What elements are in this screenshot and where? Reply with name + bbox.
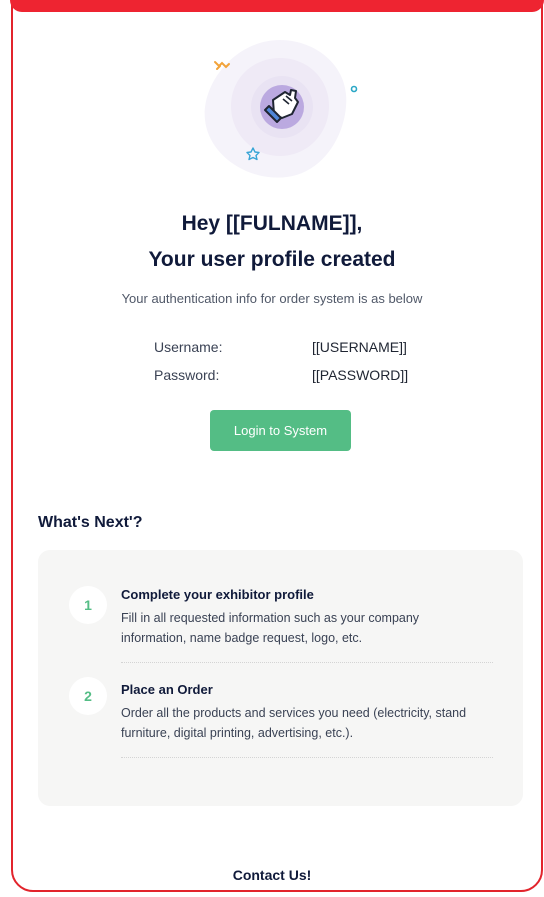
step-divider	[121, 662, 493, 663]
step-number-1: 1	[69, 586, 107, 624]
email-page: Hey [[FULNAME]], Your user profile creat…	[0, 0, 544, 897]
step-number-2: 2	[69, 677, 107, 715]
step-title-2: Place an Order	[121, 682, 213, 697]
hero-illustration	[195, 36, 365, 186]
password-label: Password:	[154, 367, 220, 383]
step-desc-2-line-1: Order all the products and services you …	[121, 706, 467, 720]
step-desc-2-line-2: furniture, digital printing, advertising…	[121, 726, 354, 740]
username-label: Username:	[154, 339, 223, 355]
whats-next-heading: What's Next'?	[38, 514, 143, 531]
greeting-line-1: Hey [[FULNAME]],	[181, 212, 363, 235]
step-title-1: Complete your exhibitor profile	[121, 587, 314, 602]
auth-info-subtitle: Your authentication info for order syste…	[121, 291, 423, 306]
steps-box: 1 Complete your exhibitor profile Fill i…	[38, 550, 523, 806]
contact-us-heading[interactable]: Contact Us!	[0, 867, 544, 883]
greeting-line-2: Your user profile created	[148, 248, 396, 271]
login-button[interactable]: Login to System	[210, 410, 351, 451]
password-value: [[PASSWORD]]	[312, 367, 409, 383]
header-band	[10, 0, 544, 12]
username-value: [[USERNAME]]	[312, 339, 407, 355]
step-desc-1-line-2: information, name badge request, logo, e…	[121, 631, 363, 645]
step-divider	[121, 757, 493, 758]
step-desc-1-line-1: Fill in all requested information such a…	[121, 611, 420, 625]
